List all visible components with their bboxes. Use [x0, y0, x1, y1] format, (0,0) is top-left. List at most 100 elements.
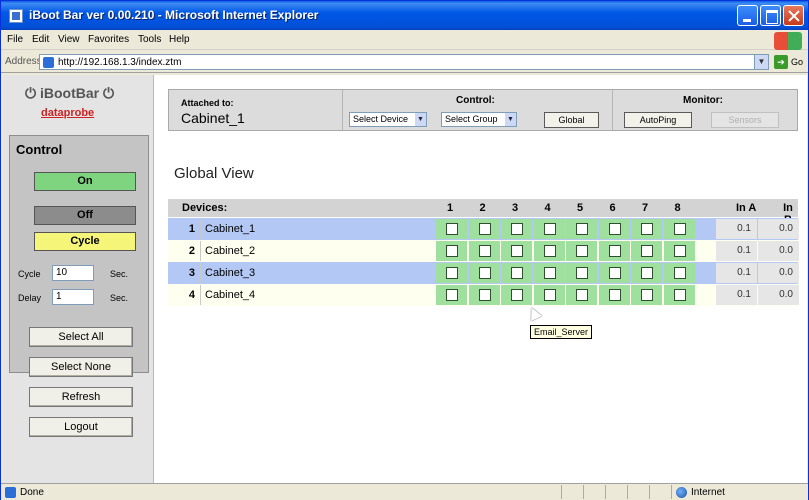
outlet-header-2: 2	[479, 202, 486, 214]
delay-time-input[interactable]: 1	[52, 289, 94, 305]
outlet-checkbox[interactable]	[543, 267, 556, 279]
outlet-checkbox[interactable]	[511, 289, 523, 301]
current-in-a: 0.1	[716, 219, 757, 239]
on-button[interactable]: On	[34, 172, 136, 191]
menu-tools[interactable]: Tools	[138, 34, 161, 45]
outlet-checkbox[interactable]	[576, 223, 588, 235]
off-button[interactable]: Off	[34, 206, 136, 225]
outlet-checkbox[interactable]	[446, 267, 458, 279]
cycle-button[interactable]: Cycle	[34, 232, 136, 251]
device-name[interactable]: Cabinet_4	[200, 285, 436, 305]
outlet-cell	[468, 241, 500, 261]
outlet-cell	[566, 241, 597, 261]
outlet-cell	[436, 219, 467, 239]
select-device-dropdown[interactable]: Select Device ▼	[349, 112, 427, 127]
maximize-button[interactable]	[760, 5, 781, 26]
window-title: iBoot Bar ver 0.00.210 - Microsoft Inter…	[29, 8, 319, 22]
menu-bar: File Edit View Favorites Tools Help	[1, 30, 808, 50]
outlet-checkbox[interactable]	[543, 245, 556, 257]
outlet-checkbox[interactable]	[511, 245, 523, 257]
select-all-button[interactable]: Select All	[29, 327, 133, 347]
outlet-checkbox[interactable]	[673, 245, 686, 257]
device-name[interactable]: Cabinet_1	[200, 219, 436, 239]
outlet-cell	[631, 241, 662, 261]
page-icon	[43, 57, 54, 68]
current-in-b: 0.0	[758, 285, 799, 305]
address-dropdown-icon[interactable]: ▼	[754, 55, 768, 69]
header-divider	[612, 90, 613, 130]
go-button[interactable]: Go	[791, 57, 803, 67]
outlet-checkbox[interactable]	[478, 245, 491, 257]
outlet-cell	[598, 263, 630, 283]
outlet-checkbox[interactable]	[641, 267, 653, 279]
outlet-checkbox[interactable]	[641, 245, 653, 257]
attached-device-name: Cabinet_1	[181, 110, 245, 126]
outlet-checkbox[interactable]	[478, 223, 491, 235]
outlet-cell	[533, 263, 565, 283]
device-row: 3 Cabinet_3 0.1 0.0	[168, 262, 799, 284]
outlet-checkbox[interactable]	[641, 289, 653, 301]
menu-file[interactable]: File	[7, 34, 23, 45]
outlet-header-4: 4	[544, 202, 551, 214]
address-url[interactable]: http://192.168.1.3/index.ztm	[58, 57, 181, 68]
outlet-checkbox[interactable]	[511, 267, 523, 279]
outlet-cell	[436, 263, 467, 283]
menu-favorites[interactable]: Favorites	[88, 34, 129, 45]
minimize-button[interactable]	[737, 5, 758, 26]
menu-help[interactable]: Help	[169, 34, 190, 45]
outlet-checkbox[interactable]	[608, 223, 621, 235]
security-zone-text: Internet	[691, 487, 725, 498]
device-name[interactable]: Cabinet_2	[200, 241, 436, 261]
outlet-checkbox[interactable]	[478, 267, 491, 279]
menu-view[interactable]: View	[58, 34, 80, 45]
monitor-section-title: Monitor:	[683, 95, 723, 106]
outlet-checkbox[interactable]	[446, 289, 458, 301]
autoping-button[interactable]: AutoPing	[624, 112, 692, 128]
select-none-button[interactable]: Select None	[29, 357, 133, 377]
cycle-unit-label: Sec.	[110, 269, 129, 279]
address-input[interactable]: http://192.168.1.3/index.ztm ▼	[39, 54, 769, 70]
outlet-checkbox[interactable]	[576, 267, 588, 279]
current-in-a: 0.1	[716, 285, 757, 305]
refresh-button[interactable]: Refresh	[29, 387, 133, 407]
sensors-button[interactable]: Sensors	[711, 112, 779, 128]
go-arrow-icon[interactable]: ➔	[774, 55, 788, 69]
select-group-dropdown[interactable]: Select Group ▼	[441, 112, 517, 127]
outlet-checkbox[interactable]	[543, 223, 556, 235]
status-bar: Done Internet	[1, 483, 808, 500]
global-button[interactable]: Global	[544, 112, 599, 128]
product-name: iBootBar	[39, 85, 100, 101]
outlet-checkbox[interactable]	[608, 289, 621, 301]
outlet-checkbox[interactable]	[576, 289, 588, 301]
close-button[interactable]	[783, 5, 804, 26]
outlet-checkbox[interactable]	[576, 245, 588, 257]
chevron-down-icon: ▼	[505, 113, 516, 126]
outlet-checkbox[interactable]	[608, 245, 621, 257]
outlet-checkbox[interactable]	[543, 289, 556, 301]
brand-logo: dataprobe	[41, 107, 95, 119]
address-bar: Address http://192.168.1.3/index.ztm ▼ ➔…	[1, 51, 808, 73]
cycle-time-input[interactable]: 10	[52, 265, 94, 281]
outlet-checkbox[interactable]	[673, 223, 686, 235]
outlet-checkbox[interactable]	[608, 267, 621, 279]
outlet-checkbox[interactable]	[446, 245, 458, 257]
device-row-number: 2	[188, 245, 195, 257]
menu-edit[interactable]: Edit	[32, 34, 49, 45]
outlet-checkbox[interactable]	[478, 289, 491, 301]
logout-button[interactable]: Logout	[29, 417, 133, 437]
outlet-header-5: 5	[577, 202, 584, 214]
device-name[interactable]: Cabinet_3	[200, 263, 436, 283]
outlet-header-6: 6	[609, 202, 616, 214]
outlet-header-7: 7	[642, 202, 649, 214]
outlet-cell	[436, 241, 467, 261]
outlet-cell	[566, 219, 597, 239]
outlet-header-8: 8	[674, 202, 681, 214]
outlet-checkbox[interactable]	[511, 223, 523, 235]
outlet-cell	[501, 241, 532, 261]
windows-logo-icon	[774, 32, 802, 50]
outlet-checkbox[interactable]	[446, 223, 458, 235]
current-in-a: 0.1	[716, 263, 757, 283]
outlet-checkbox[interactable]	[673, 289, 686, 301]
outlet-checkbox[interactable]	[641, 223, 653, 235]
outlet-checkbox[interactable]	[673, 267, 686, 279]
